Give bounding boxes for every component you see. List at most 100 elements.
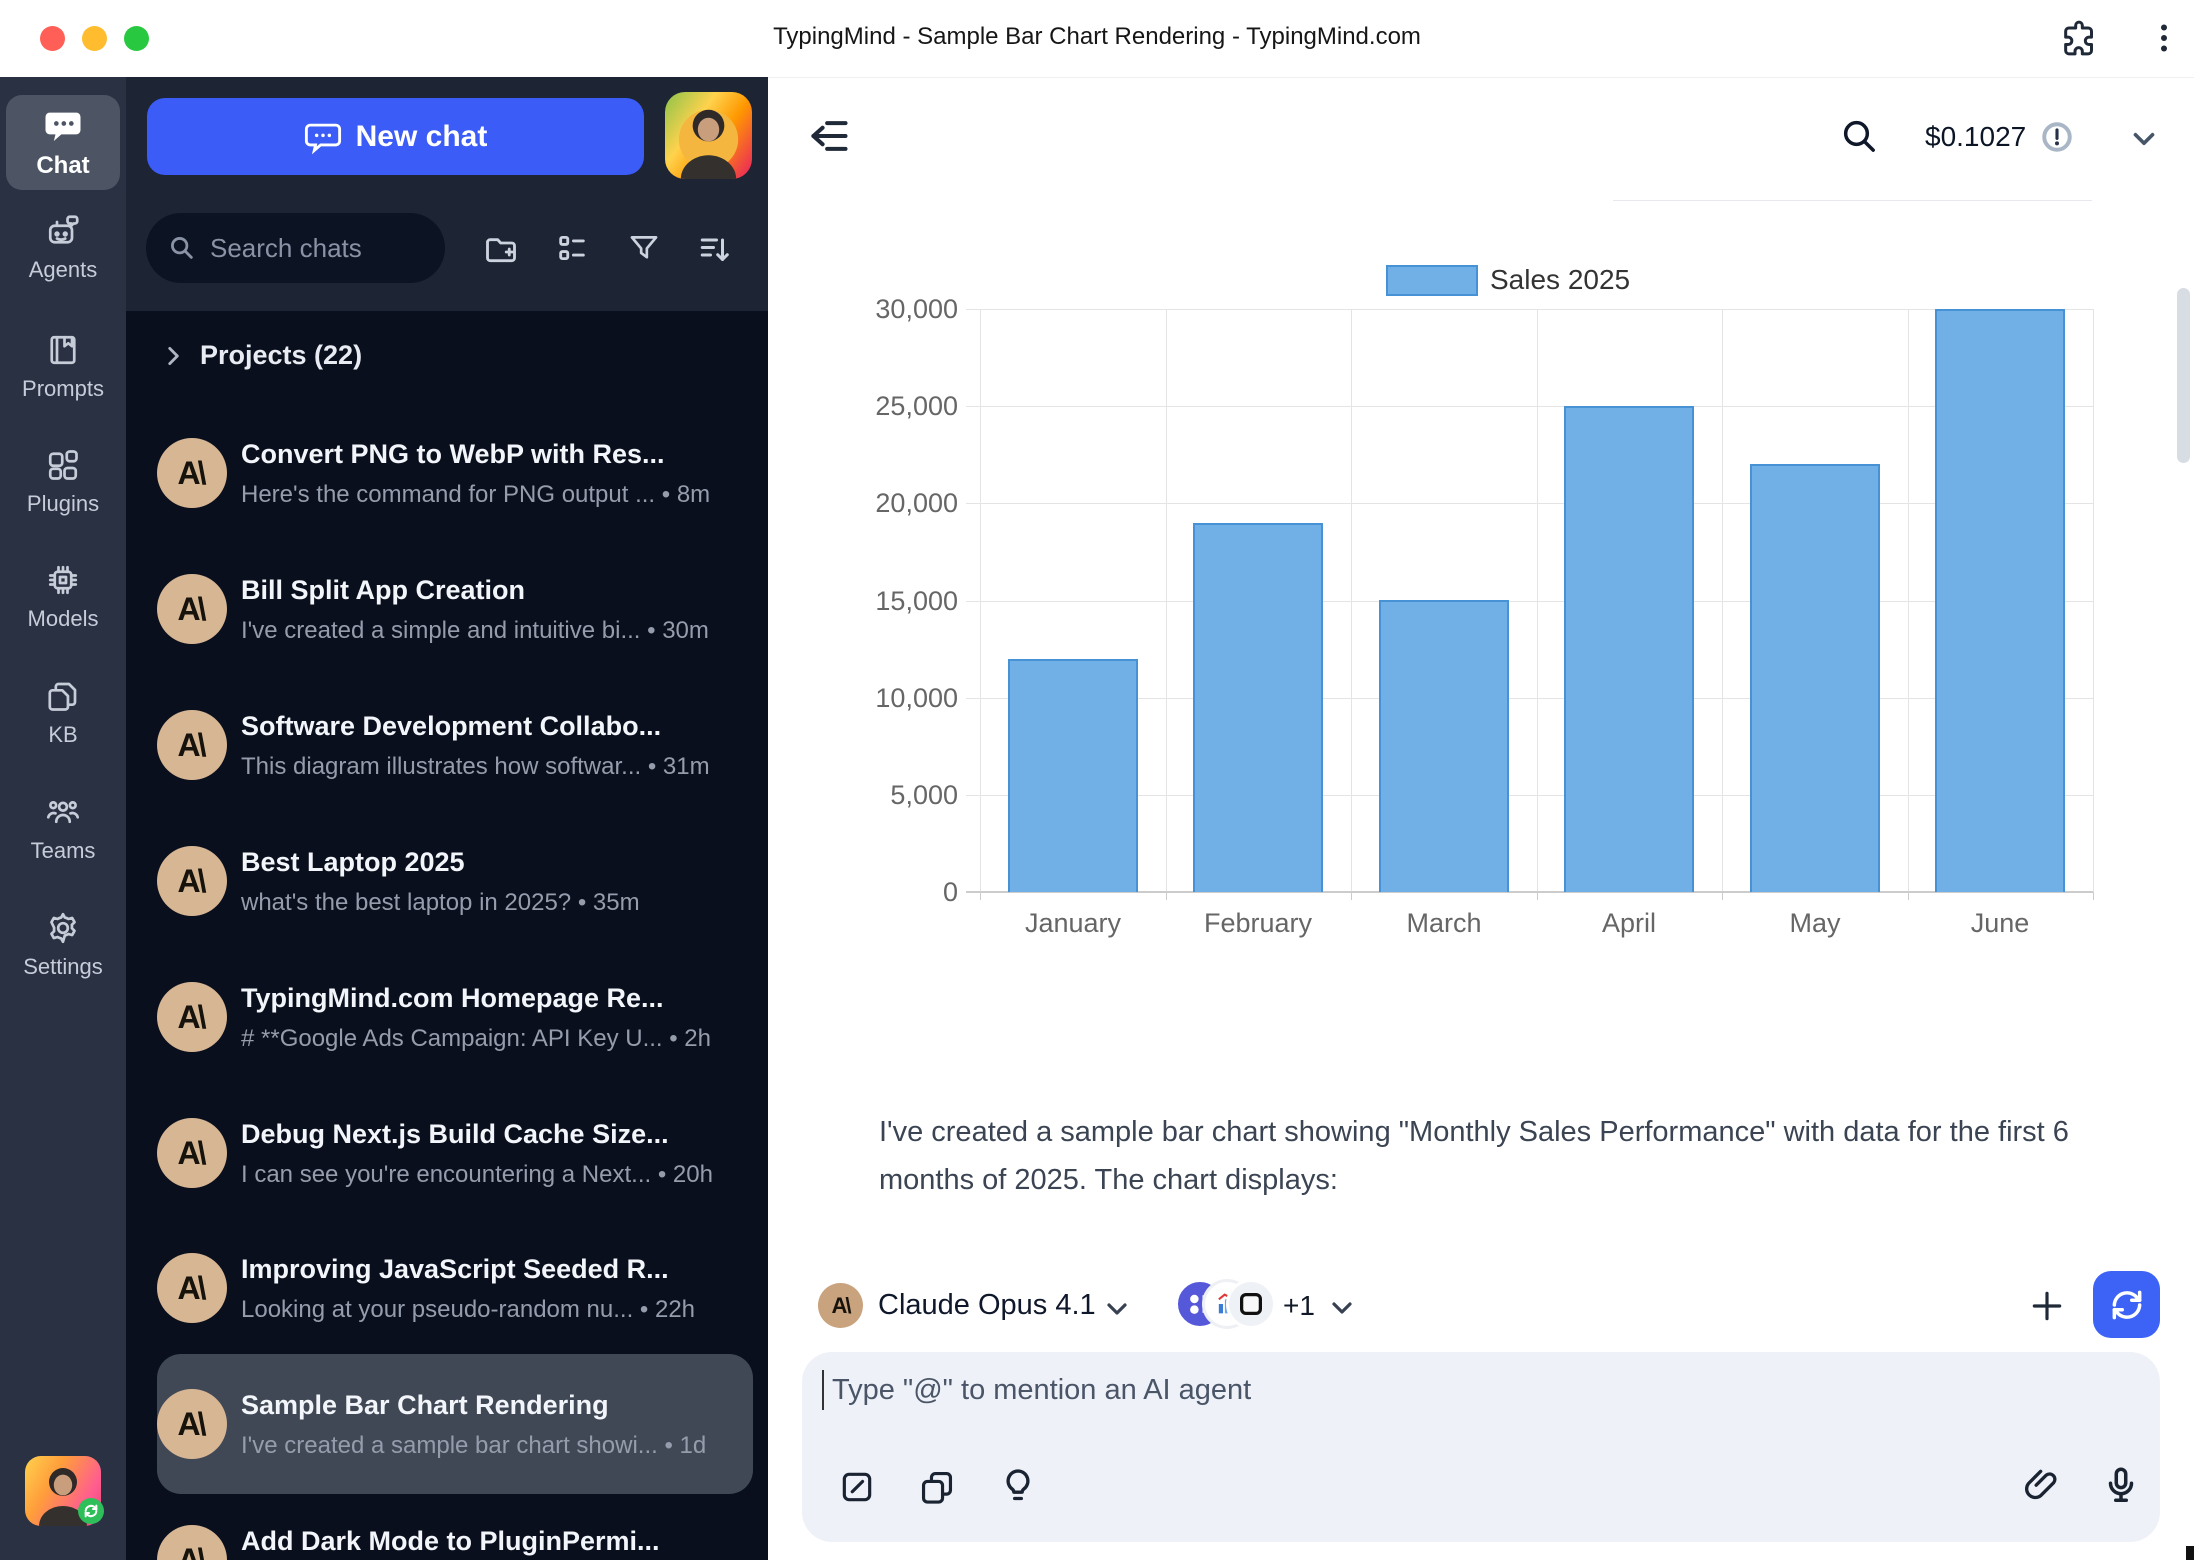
x-tick-label: April: [1544, 908, 1714, 939]
user-avatar-top[interactable]: [665, 92, 752, 179]
users-icon: [45, 794, 81, 830]
chip-icon: [45, 562, 81, 598]
composer-input[interactable]: [830, 1372, 2014, 1432]
nav-item-settings[interactable]: Settings: [0, 910, 126, 980]
chat-list-item[interactable]: A\Bill Split App CreationI've created a …: [157, 539, 753, 679]
chat-title: Debug Next.js Build Cache Size...: [241, 1119, 669, 1150]
chat-title: Improving JavaScript Seeded R...: [241, 1254, 669, 1285]
nav-item-label: Settings: [23, 954, 103, 980]
chat-list-item[interactable]: A\TypingMind.com Homepage Re...# **Googl…: [157, 947, 753, 1087]
nav-item-agents[interactable]: Agents: [0, 213, 126, 283]
chat-list-item[interactable]: A\Debug Next.js Build Cache Size...I can…: [157, 1083, 753, 1223]
gridline: [2093, 309, 2094, 892]
chat-subtitle: Here's the command for PNG output ... • …: [241, 481, 710, 509]
chat-title: TypingMind.com Homepage Re...: [241, 983, 664, 1014]
lightbulb-icon[interactable]: [998, 1466, 1038, 1506]
nav-item-label: Agents: [29, 257, 98, 283]
plugins-chevron-down-icon[interactable]: [1326, 1292, 1358, 1324]
chat-subtitle: Looking at your pseudo-random nu... • 22…: [241, 1296, 695, 1324]
assistant-message: I've created a sample bar chart showing …: [879, 1108, 2119, 1204]
new-folder-icon[interactable]: [483, 231, 519, 267]
nav-item-prompts[interactable]: Prompts: [0, 332, 126, 402]
add-button[interactable]: [2028, 1287, 2066, 1325]
anthropic-avatar-icon: A\: [157, 846, 227, 916]
anthropic-avatar-icon: A\: [157, 1253, 227, 1323]
new-chat-bubble-icon: [304, 118, 342, 156]
chat-title: Sample Bar Chart Rendering: [241, 1390, 609, 1421]
legend-swatch[interactable]: [1386, 265, 1478, 296]
legend-label[interactable]: Sales 2025: [1490, 264, 1630, 296]
model-chevron-down-icon[interactable]: [1101, 1293, 1133, 1325]
plugins-more-count[interactable]: +1: [1283, 1290, 1315, 1322]
scrollbar-thumb[interactable]: [2177, 288, 2190, 463]
bar-march: [1379, 600, 1509, 892]
bar-april: [1564, 406, 1694, 892]
cost-badge[interactable]: $0.1027: [1925, 121, 2026, 153]
nav-item-plugins[interactable]: Plugins: [0, 447, 126, 517]
robot-icon: [45, 213, 81, 249]
chat-subtitle: This diagram illustrates how softwar... …: [241, 753, 710, 781]
chat-title: Add Dark Mode to PluginPermi...: [241, 1526, 660, 1557]
chevron-right-icon: [160, 343, 186, 369]
new-chat-button[interactable]: New chat: [147, 98, 644, 175]
chat-list-item[interactable]: A\ Sample Bar Chart Rendering I've created…: [157, 1354, 753, 1494]
chat-list-item[interactable]: A\Convert PNG to WebP with Res...Here's …: [157, 403, 753, 543]
nav-item-chat-active[interactable]: Chat: [6, 95, 120, 190]
y-tick-label: 25,000: [828, 391, 958, 422]
chat-list-item[interactable]: A\ Improving JavaScript Seeded R... Lookin…: [157, 1218, 753, 1358]
gridline: [1537, 309, 1538, 892]
nav-item-label: KB: [48, 722, 77, 748]
x-tick-label: January: [988, 908, 1158, 939]
chat-subtitle: what's the best laptop in 2025? • 35m: [241, 889, 640, 917]
nav-item-kb[interactable]: KB: [0, 678, 126, 748]
search-chats-box[interactable]: [146, 213, 445, 283]
axis-tick: [1166, 892, 1167, 900]
manage-list-icon[interactable]: [555, 231, 589, 265]
chat-bubble-icon: [43, 106, 83, 146]
nav-item-models[interactable]: Models: [0, 562, 126, 632]
anthropic-avatar-icon: A\: [157, 1389, 227, 1459]
bar-june: [1935, 309, 2065, 892]
window-title: TypingMind - Sample Bar Chart Rendering …: [0, 23, 2194, 51]
x-tick-label: June: [1915, 908, 2085, 939]
axis-tick: [1351, 892, 1352, 900]
bar-january: [1008, 659, 1138, 892]
attachment-icon[interactable]: [2022, 1466, 2062, 1506]
chat-subtitle: I've created a sample bar chart showi...…: [241, 1432, 706, 1460]
window-titlebar: TypingMind - Sample Bar Chart Rendering …: [0, 0, 2194, 78]
microphone-icon[interactable]: [2100, 1464, 2142, 1506]
browser-menu-icon[interactable]: [2146, 20, 2182, 56]
bar-february: [1193, 523, 1323, 892]
anthropic-avatar-icon: A\: [157, 438, 227, 508]
regenerate-button[interactable]: [2093, 1271, 2160, 1338]
chat-list-item[interactable]: A\Software Development Collabo...This di…: [157, 675, 753, 815]
model-selector[interactable]: Claude Opus 4.1: [878, 1289, 1096, 1322]
cost-warning-icon[interactable]: [2040, 120, 2074, 154]
collapse-sidebar-icon[interactable]: [807, 114, 851, 158]
axis-tick: [1722, 892, 1723, 900]
chat-list-item[interactable]: A\Add Dark Mode to PluginPermi...: [157, 1490, 753, 1560]
projects-section-toggle[interactable]: Projects (22): [160, 340, 362, 371]
composer[interactable]: [802, 1352, 2160, 1542]
nav-item-label: Models: [28, 606, 99, 632]
chat-subtitle: I've created a simple and intuitive bi..…: [241, 617, 709, 645]
plugin-icon-3[interactable]: [1226, 1279, 1276, 1329]
gridline: [966, 406, 2093, 407]
gear-icon: [45, 910, 81, 946]
header-chevron-down-icon[interactable]: [2127, 122, 2161, 156]
blocks-icon: [45, 447, 81, 483]
filter-icon[interactable]: [627, 231, 661, 265]
templates-icon[interactable]: [918, 1468, 956, 1506]
nav-item-label: Teams: [31, 838, 96, 864]
y-tick-label: 10,000: [828, 683, 958, 714]
extensions-puzzle-icon[interactable]: [2059, 18, 2099, 58]
compose-note-icon[interactable]: [838, 1468, 876, 1506]
sort-icon[interactable]: [697, 231, 733, 267]
chat-search-icon[interactable]: [1839, 116, 1879, 156]
search-chats-input[interactable]: [208, 232, 422, 265]
axis-tick: [1908, 892, 1909, 900]
chat-list-item[interactable]: A\Best Laptop 2025what's the best laptop…: [157, 811, 753, 951]
nav-item-teams[interactable]: Teams: [0, 794, 126, 864]
nav-item-label: Plugins: [27, 491, 99, 517]
anthropic-avatar-icon: A\: [157, 1118, 227, 1188]
